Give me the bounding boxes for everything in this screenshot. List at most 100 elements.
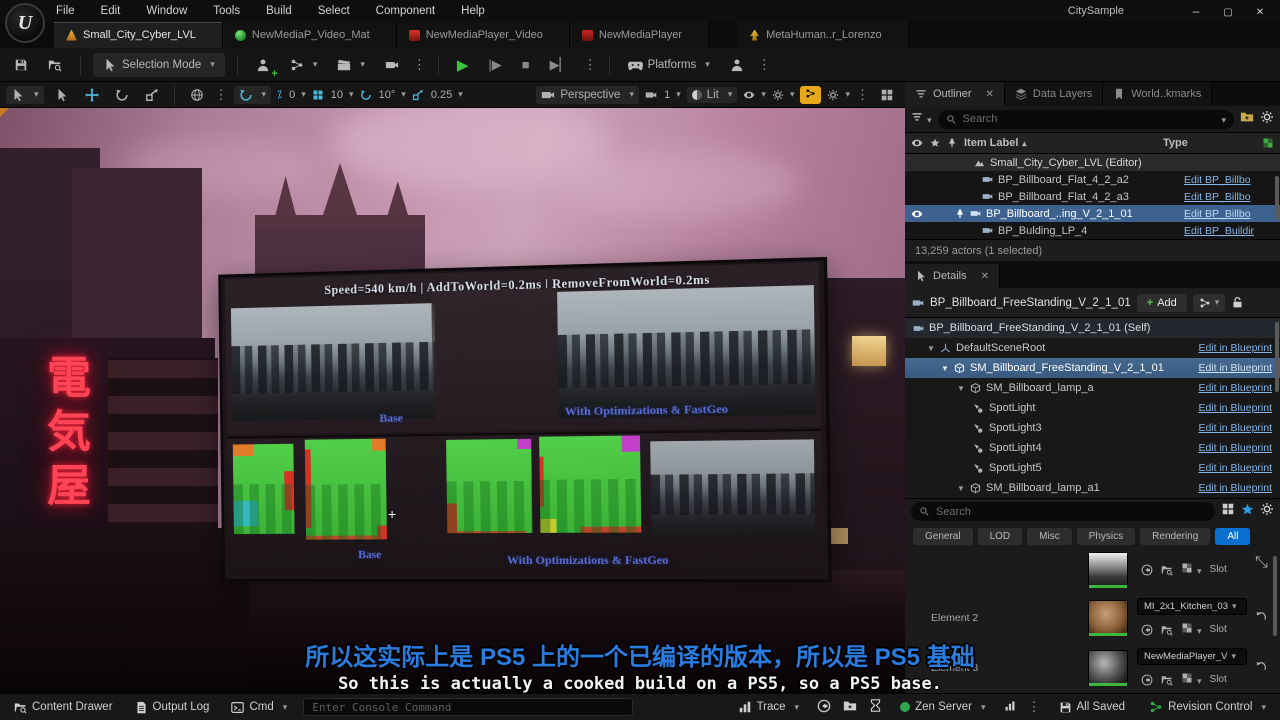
outliner-row-level[interactable]: Small_City_Cyber_LVL (Editor) <box>905 154 1280 171</box>
tab-video-material[interactable]: NewMediaP_Video_Mat <box>223 22 397 48</box>
optimization-viewmodes-dropdown[interactable] <box>772 89 795 101</box>
billboard-screen[interactable]: Speed=540 km/h | AddToWorld=0.2ms | Remo… <box>218 257 832 582</box>
tree-row-mesh-selected[interactable]: ▼ SM_Billboard_FreeStanding_V_2_1_01 Edi… <box>905 358 1280 378</box>
menu-edit[interactable]: Edit <box>101 5 121 17</box>
details-scrollbar[interactable] <box>1273 556 1277 636</box>
create-folder-button[interactable] <box>1240 110 1254 129</box>
tab-outliner[interactable]: Outliner ✕ <box>905 82 1005 106</box>
tab-details[interactable]: Details ✕ <box>905 264 1000 288</box>
details-search-input[interactable] <box>911 502 1215 521</box>
material-options-icon[interactable] <box>1181 622 1202 637</box>
outliner-settings-button[interactable] <box>1260 110 1274 129</box>
material-options-icon[interactable] <box>1181 672 1202 687</box>
insights-icon[interactable] <box>817 699 831 716</box>
close-button[interactable] <box>1246 4 1274 18</box>
console-command-input[interactable] <box>303 698 633 716</box>
tree-row-spotlight[interactable]: SpotLight Edit in Blueprint <box>905 398 1280 418</box>
use-selected-asset-icon[interactable] <box>1141 624 1153 636</box>
material-thumbnail[interactable] <box>1088 552 1128 588</box>
device-preview-button[interactable] <box>724 54 750 76</box>
filter-physics[interactable]: Physics <box>1077 528 1135 545</box>
material-select-dropdown[interactable]: MI_2x1_Kitchen_03 <box>1137 598 1247 615</box>
pin-column-icon[interactable] <box>947 138 957 148</box>
scale-snap-dropdown[interactable]: 0.25 <box>412 89 463 101</box>
filter-general[interactable]: General <box>913 528 973 545</box>
filter-rendering[interactable]: Rendering <box>1140 528 1210 545</box>
visibility-column-icon[interactable] <box>911 137 923 149</box>
edit-in-blueprint-link[interactable]: Edit in Blueprint <box>1198 422 1272 434</box>
save-button[interactable] <box>8 54 34 76</box>
expand-icon[interactable]: ⤡ <box>1255 554 1268 572</box>
revision-control-dropdown[interactable]: Revision Control <box>1143 696 1272 718</box>
type-column[interactable]: Type <box>1163 137 1255 149</box>
all-saved-button[interactable]: All Saved <box>1053 697 1132 718</box>
display-options-button[interactable] <box>1221 502 1235 521</box>
material-options-icon[interactable] <box>1181 562 1202 577</box>
outliner-scrollbar[interactable] <box>1275 176 1279 220</box>
material-select-dropdown[interactable]: NewMediaPlayer_V <box>1137 648 1247 665</box>
edit-in-blueprint-link[interactable]: Edit in Blueprint <box>1198 362 1272 374</box>
close-icon[interactable]: ✕ <box>981 271 989 282</box>
scale-tool[interactable] <box>140 86 164 104</box>
view-mode-dropdown[interactable]: Lit <box>687 87 738 103</box>
play-button[interactable]: ▶ <box>451 52 475 78</box>
hourglass-icon[interactable] <box>869 699 882 715</box>
cinematics-button[interactable] <box>331 54 371 76</box>
edit-in-blueprint-link[interactable]: Edit in Blueprint <box>1198 482 1272 494</box>
outliner-search-input[interactable] <box>938 110 1234 129</box>
unreal-logo[interactable]: U <box>5 3 45 43</box>
frame-skip-button[interactable]: |▶ <box>482 53 507 77</box>
use-selected-asset-icon[interactable] <box>1141 674 1153 686</box>
play-options-menu[interactable] <box>584 56 597 74</box>
filter-misc[interactable]: Misc <box>1027 528 1072 545</box>
maximize-button[interactable] <box>1214 4 1242 18</box>
browse-to-asset-icon[interactable] <box>1161 564 1173 576</box>
selection-mode-dropdown[interactable]: Selection Mode <box>93 53 225 77</box>
surface-snap-dropdown[interactable] <box>234 86 272 104</box>
tab-level[interactable]: Small_City_Cyber_LVL <box>54 22 223 48</box>
quad-view-button[interactable] <box>875 86 899 104</box>
preview-mode-button[interactable] <box>379 54 405 76</box>
tab-media-player[interactable]: NewMediaPlayer <box>570 22 709 48</box>
tab-world-bookmarks[interactable]: World..kmarks <box>1103 82 1212 106</box>
type-filter-icon[interactable] <box>1262 137 1274 149</box>
tab-data-layers[interactable]: Data Layers <box>1005 82 1103 106</box>
browse-to-asset-icon[interactable] <box>1161 624 1173 636</box>
blueprints-button[interactable] <box>284 54 324 76</box>
settings-overflow-menu[interactable] <box>758 56 771 74</box>
rotate-tool[interactable] <box>110 86 134 104</box>
rotation-snap-dropdown[interactable]: 10° <box>360 89 406 101</box>
snapshot-icon[interactable] <box>843 699 857 716</box>
tree-row-lamp[interactable]: ▼ SM_Billboard_lamp_a1 Edit in Blueprint <box>905 478 1280 498</box>
edit-in-blueprint-link[interactable]: Edit in Blueprint <box>1198 342 1272 354</box>
edit-blueprint-link[interactable]: Edit BP_Billbo <box>1184 191 1280 203</box>
grid-snap-dropdown[interactable]: 10 <box>312 89 354 101</box>
outliner-row-actor-selected[interactable]: BP_Billboard_..ing_V_2_1_01 Edit BP_Bill… <box>905 205 1280 222</box>
close-icon[interactable]: ✕ <box>986 89 994 100</box>
edit-in-blueprint-link[interactable]: Edit in Blueprint <box>1198 402 1272 414</box>
reset-to-default-icon[interactable] <box>1255 660 1267 678</box>
menu-window[interactable]: Window <box>146 5 187 17</box>
browse-to-asset-icon[interactable] <box>1161 674 1173 686</box>
blueprint-edit-dropdown[interactable] <box>1193 294 1226 312</box>
reset-to-default-icon[interactable] <box>1255 610 1267 628</box>
favorites-button[interactable] <box>1241 503 1254 521</box>
output-log-button[interactable]: Output Log <box>129 697 216 718</box>
edit-in-blueprint-link[interactable]: Edit in Blueprint <box>1198 442 1272 454</box>
add-actor-button[interactable] <box>250 54 276 76</box>
filter-all[interactable]: All <box>1215 528 1250 545</box>
outliner-filter-button[interactable] <box>911 110 932 128</box>
platforms-dropdown[interactable]: Platforms <box>622 53 716 76</box>
search-history-chevron[interactable] <box>1217 110 1226 128</box>
edit-blueprint-link[interactable]: Edit BP_Billbo <box>1184 208 1280 220</box>
select-tool[interactable] <box>50 86 74 104</box>
viewport-settings-dropdown[interactable] <box>827 89 850 101</box>
camera-speed-dropdown[interactable]: 1 <box>645 89 681 101</box>
menu-file[interactable]: File <box>56 5 75 17</box>
tree-row-spotlight[interactable]: SpotLight4 Edit in Blueprint <box>905 438 1280 458</box>
eject-button[interactable]: ▶▏ <box>544 53 576 77</box>
menu-help[interactable]: Help <box>461 5 485 17</box>
world-local-toggle[interactable] <box>185 86 209 104</box>
tree-row-spotlight[interactable]: SpotLight3 Edit in Blueprint <box>905 418 1280 438</box>
show-flags-dropdown[interactable] <box>743 89 766 101</box>
